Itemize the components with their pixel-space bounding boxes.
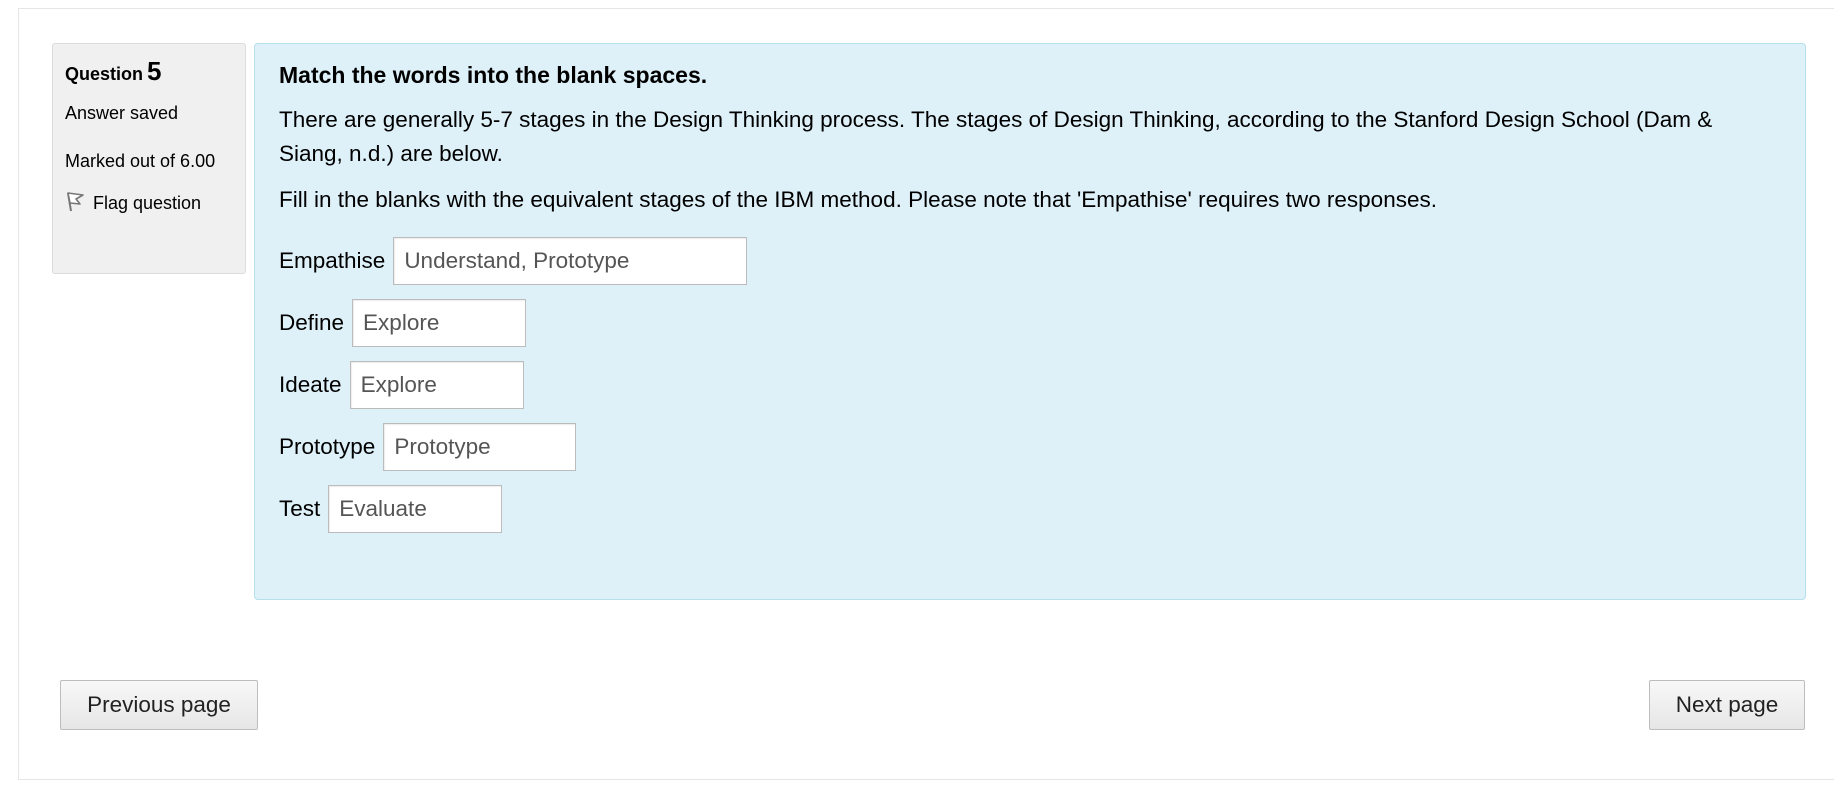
blank-input-prototype[interactable] bbox=[383, 423, 577, 471]
blank-input-test[interactable] bbox=[328, 485, 503, 533]
blanks-list: Empathise Define Ideate Prototype Test bbox=[279, 235, 1781, 535]
question-label: Question bbox=[65, 64, 144, 84]
question-paragraph-1: There are generally 5-7 stages in the De… bbox=[279, 107, 1713, 166]
blank-label-prototype: Prototype bbox=[279, 434, 376, 459]
blank-row-empathise: Empathise bbox=[279, 235, 1781, 287]
question-info-panel: Question 5 Answer saved Marked out of 6.0… bbox=[52, 43, 246, 274]
question-paragraph-2: Fill in the blanks with the equivalent s… bbox=[279, 187, 1437, 212]
flag-icon bbox=[65, 190, 93, 217]
blank-row-define: Define bbox=[279, 297, 1781, 349]
question-number: 5 bbox=[147, 56, 162, 86]
question-heading: Question 5 bbox=[65, 56, 233, 87]
flag-question-link[interactable]: Flag question bbox=[65, 190, 233, 217]
blank-row-prototype: Prototype bbox=[279, 421, 1781, 473]
question-instruction: Match the words into the blank spaces. bbox=[279, 62, 708, 88]
blank-input-define[interactable] bbox=[352, 299, 527, 347]
blank-row-ideate: Ideate bbox=[279, 359, 1781, 411]
blank-label-test: Test bbox=[279, 496, 321, 521]
marked-out-of: Marked out of 6.00 bbox=[65, 151, 216, 171]
flag-question-label: Flag question bbox=[93, 193, 202, 213]
blank-input-ideate[interactable] bbox=[349, 361, 524, 409]
next-page-button[interactable]: Next page bbox=[1649, 680, 1805, 730]
previous-page-button[interactable]: Previous page bbox=[60, 680, 258, 730]
blank-row-test: Test bbox=[279, 483, 1781, 535]
blank-input-empathise[interactable] bbox=[393, 237, 748, 285]
blank-label-empathise: Empathise bbox=[279, 248, 386, 273]
blank-label-define: Define bbox=[279, 310, 345, 335]
question-content: Match the words into the blank spaces. T… bbox=[254, 43, 1806, 600]
question-state: Answer saved bbox=[65, 103, 179, 123]
blank-label-ideate: Ideate bbox=[279, 372, 342, 397]
